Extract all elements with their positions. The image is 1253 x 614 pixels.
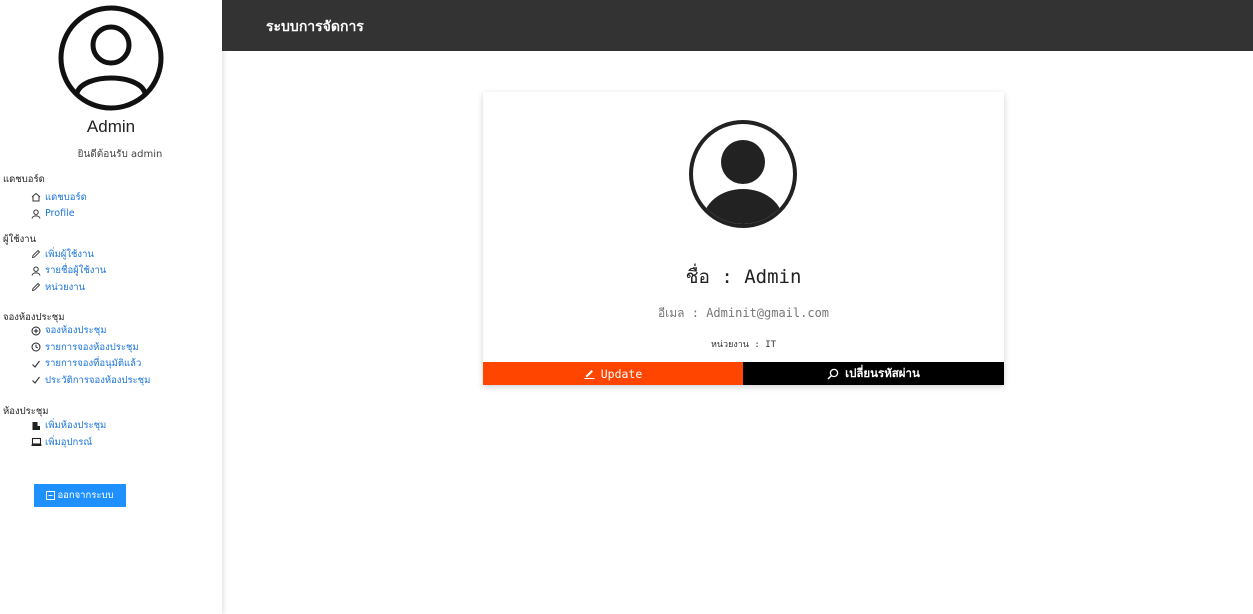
profile-actions: Update เปลี่ยนรหัสผ่าน	[483, 362, 1004, 385]
plus-circle-icon	[30, 325, 42, 337]
user-icon	[30, 208, 42, 220]
sidebar-item-label: จองห้องประชุม	[45, 325, 107, 337]
sidebar-avatar	[0, 0, 222, 111]
profile-department: หน่วยงาน : IT	[710, 340, 777, 350]
profile-card: ชื่อ : Admin อีเมล : Adminit@gmail.com ห…	[483, 92, 1004, 385]
sidebar-item-label: Profile	[45, 208, 75, 220]
section-dashboard: แดชบอร์ด	[3, 174, 45, 185]
sidebar-item-dashboard[interactable]: แดชบอร์ด	[0, 189, 222, 206]
sidebar-item-add-user[interactable]: เพิ่มผู้ใช้งาน	[0, 246, 222, 263]
logout-icon	[46, 491, 56, 500]
sidebar-item-label: รายชื่อผู้ใช้งาน	[45, 265, 107, 277]
user-circle-filled-icon	[689, 120, 797, 228]
sidebar-item-label: แดชบอร์ด	[45, 191, 87, 203]
sidebar-item-booking-list[interactable]: รายการจองห้องประชุม	[0, 339, 222, 356]
sidebar-item-label: เพิ่มอุปกรณ์	[45, 436, 93, 448]
sidebar-item-add-equipment[interactable]: เพิ่มอุปกรณ์	[0, 434, 222, 451]
check-icon	[30, 374, 42, 386]
room-icon	[30, 420, 42, 432]
sidebar-item-label: รายการจองห้องประชุม	[45, 341, 139, 353]
logout-label: ออกจากระบบ	[57, 490, 114, 501]
sidebar-item-label: ประวัติการจองห้องประชุม	[45, 374, 151, 386]
pencil-icon	[30, 281, 42, 293]
sidebar: Admin ยินดีต้อนรับ admin แดชบอร์ด แดชบอร…	[0, 0, 222, 614]
app-title: ระบบการจัดการ	[266, 19, 364, 35]
pencil-icon	[30, 248, 42, 260]
sidebar-item-department[interactable]: หน่วยงาน	[0, 279, 222, 296]
logout-button[interactable]: ออกจากระบบ	[34, 484, 126, 507]
home-icon	[30, 191, 42, 203]
change-password-button[interactable]: เปลี่ยนรหัสผ่าน	[743, 362, 1004, 385]
section-users: ผู้ใช้งาน	[3, 234, 37, 245]
sidebar-welcome-text: ยินดีต้อนรับ admin	[77, 149, 163, 160]
sidebar-item-profile[interactable]: Profile	[0, 206, 222, 223]
profile-avatar	[686, 117, 800, 235]
sidebar-item-booking-history[interactable]: ประวัติการจองห้องประชุม	[0, 372, 222, 389]
check-icon	[30, 358, 42, 370]
update-label: Update	[600, 366, 643, 381]
section-booking: จองห้องประชุม	[3, 311, 65, 323]
sidebar-item-label: เพิ่มห้องประชุม	[45, 420, 107, 432]
user-icon	[30, 265, 42, 277]
sidebar-item-add-room[interactable]: เพิ่มห้องประชุม	[0, 418, 222, 435]
profile-name: ชื่อ : Admin	[685, 266, 802, 288]
section-rooms: ห้องประชุม	[3, 405, 49, 417]
top-bar: ระบบการจัดการ	[222, 0, 1253, 51]
laptop-icon	[30, 436, 42, 448]
profile-email: อีเมล : Adminit@gmail.com	[657, 306, 830, 320]
sidebar-item-book-room[interactable]: จองห้องประชุม	[0, 323, 222, 340]
update-button[interactable]: Update	[483, 362, 743, 385]
sidebar-user-name: Admin	[86, 117, 136, 136]
sidebar-item-approved-bookings[interactable]: รายการจองที่อนุมัติแล้ว	[0, 356, 222, 373]
clock-icon	[30, 341, 42, 353]
sidebar-item-user-list[interactable]: รายชื่อผู้ใช้งาน	[0, 263, 222, 280]
sidebar-item-label: เพิ่มผู้ใช้งาน	[45, 248, 94, 260]
user-circle-icon	[58, 5, 164, 111]
edit-icon	[584, 368, 595, 379]
sidebar-item-label: รายการจองที่อนุมัติแล้ว	[45, 358, 142, 370]
change-password-label: เปลี่ยนรหัสผ่าน	[845, 365, 920, 380]
search-icon	[827, 368, 839, 380]
sidebar-item-label: หน่วยงาน	[45, 281, 86, 293]
